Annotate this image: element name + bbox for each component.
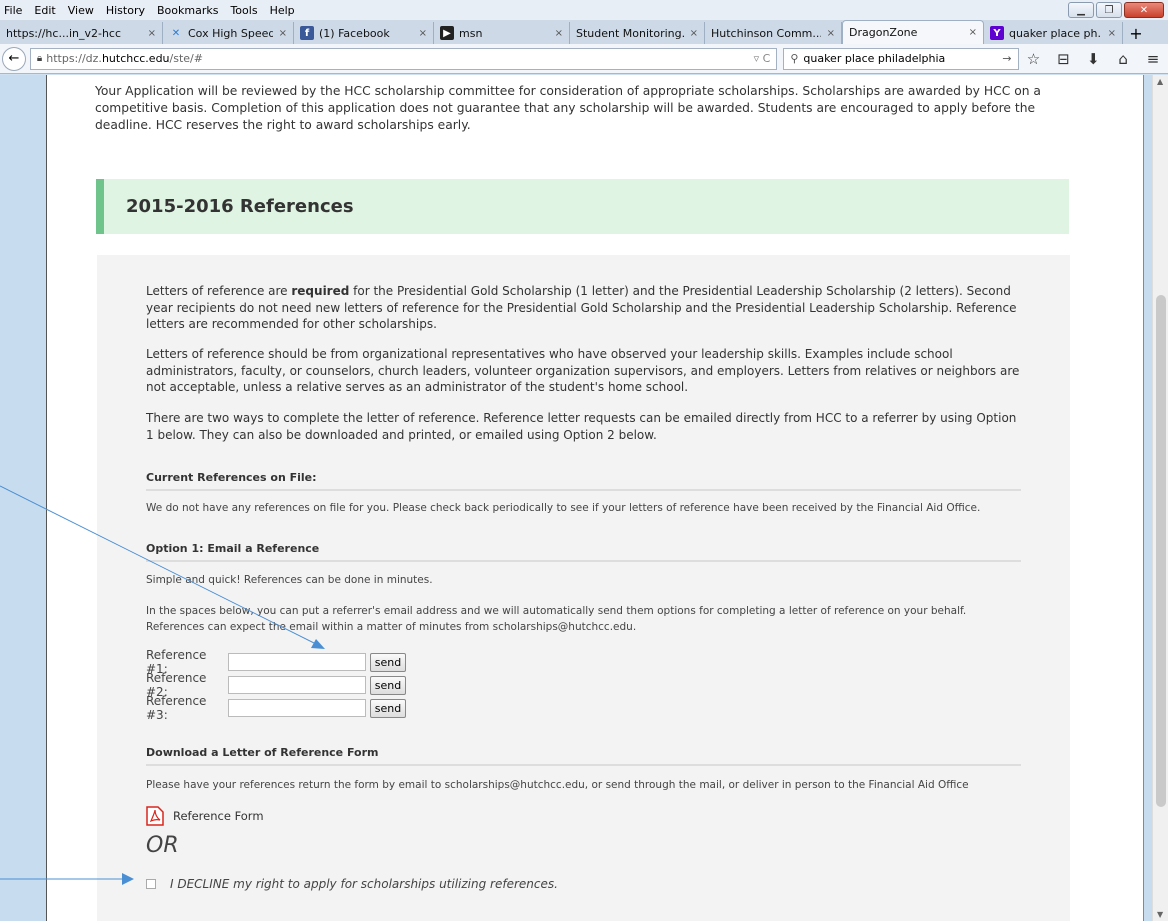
reference-label: Reference #3: <box>146 694 207 722</box>
current-references-heading: Current References on File: <box>146 471 1021 491</box>
page-content: Your Application will be reviewed by the… <box>46 75 1144 921</box>
reference-1-email-input[interactable] <box>228 653 366 671</box>
restore-button[interactable]: ❐ <box>1096 2 1122 18</box>
decline-option: I DECLINE my right to apply for scholars… <box>146 877 558 891</box>
tab-quaker-place[interactable]: Y quaker place ph... × <box>984 22 1123 44</box>
paragraph-two-ways: There are two ways to complete the lette… <box>146 411 1017 442</box>
menu-tools[interactable]: Tools <box>224 4 263 17</box>
background-strip <box>0 75 42 921</box>
viewport: Your Application will be reviewed by the… <box>0 75 1168 921</box>
scrollbar-thumb[interactable] <box>1156 295 1166 807</box>
menu-bookmarks[interactable]: Bookmarks <box>151 4 224 17</box>
reference-form-link[interactable]: Reference Form <box>146 806 264 826</box>
current-references-text: We do not have any references on file fo… <box>146 502 981 514</box>
paragraph-required: Letters of reference are required for th… <box>146 284 1017 331</box>
search-go-icon[interactable]: → <box>1002 52 1011 65</box>
back-button[interactable]: ← <box>2 46 26 71</box>
tab-title: (1) Facebook <box>319 26 390 40</box>
download-text: Please have your references return the f… <box>146 779 969 791</box>
tab-close-icon[interactable]: × <box>419 28 427 39</box>
vertical-scrollbar[interactable]: ▲ ▼ <box>1152 75 1168 921</box>
decline-checkbox[interactable] <box>146 879 156 889</box>
tab-title: quaker place ph... <box>1009 26 1102 40</box>
menu-icon[interactable]: ≡ <box>1138 47 1168 71</box>
reference-row-1: Reference #1: send <box>146 648 406 676</box>
reference-row-2: Reference #2: send <box>146 671 406 699</box>
tab-student-monitoring[interactable]: Student Monitoring... × <box>570 22 705 44</box>
scroll-up-icon[interactable]: ▲ <box>1157 77 1163 86</box>
search-bar[interactable]: ⚲ quaker place philadelphia → <box>783 47 1019 70</box>
decline-label[interactable]: I DECLINE my right to apply for scholars… <box>170 877 558 891</box>
tab-close-icon[interactable]: × <box>555 28 563 39</box>
reading-list-icon[interactable]: ⊟ <box>1048 47 1078 71</box>
tab-close-icon[interactable]: × <box>279 28 287 39</box>
reference-form-label[interactable]: Reference Form <box>173 809 264 823</box>
facebook-icon: f <box>300 26 314 40</box>
new-tab-button[interactable]: + <box>1123 22 1149 44</box>
reference-3-email-input[interactable] <box>228 699 366 717</box>
menu-file[interactable]: File <box>0 4 28 17</box>
scroll-down-icon[interactable]: ▼ <box>1157 910 1163 919</box>
url-text: https://dz.hutchcc.edu/ste/# <box>46 52 203 65</box>
tab-title: msn <box>459 26 483 40</box>
tab-hutchinson[interactable]: Hutchinson Comm... × <box>705 22 842 44</box>
paragraph-reference-sources: Letters of reference should be from orga… <box>146 347 1020 394</box>
pdf-icon <box>146 806 164 826</box>
tab-title: DragonZone <box>849 26 918 39</box>
navigation-bar: ← 🔒︎ https://dz.hutchcc.edu/ste/# ▿ C ⚲ … <box>0 44 1168 74</box>
tab-close-icon[interactable]: × <box>690 28 698 39</box>
tab-cox[interactable]: ✕ Cox High Speed... × <box>163 22 294 44</box>
reference-row-3: Reference #3: send <box>146 694 406 722</box>
yahoo-icon: Y <box>990 26 1004 40</box>
menu-bar: File Edit View History Bookmarks Tools H… <box>0 0 1168 20</box>
search-icon: ⚲ <box>790 52 799 65</box>
menu-edit[interactable]: Edit <box>28 4 61 17</box>
send-button[interactable]: send <box>370 698 406 718</box>
minimize-button[interactable]: ▁ <box>1068 2 1094 18</box>
menu-history[interactable]: History <box>100 4 151 17</box>
url-bar[interactable]: 🔒︎ https://dz.hutchcc.edu/ste/# ▿ C <box>29 47 778 70</box>
send-button[interactable]: send <box>370 675 406 695</box>
lock-icon: 🔒︎ <box>36 53 43 64</box>
intro-text: Your Application will be reviewed by the… <box>95 84 1041 132</box>
or-divider-text: OR <box>146 833 179 858</box>
tab-close-icon[interactable]: × <box>827 28 835 39</box>
downloads-icon[interactable]: ⬇ <box>1078 47 1108 71</box>
tab-bar: https://hc...in_v2-hcc × ✕ Cox High Spee… <box>0 20 1168 44</box>
reference-2-email-input[interactable] <box>228 676 366 694</box>
tab-close-icon[interactable]: × <box>148 28 156 39</box>
option1-heading: Option 1: Email a Reference <box>146 542 1021 562</box>
tab-title: https://hc...in_v2-hcc <box>6 26 122 40</box>
tab-hcc[interactable]: https://hc...in_v2-hcc × <box>0 22 163 44</box>
tab-close-icon[interactable]: × <box>969 27 977 38</box>
option1-line1: Simple and quick! References can be done… <box>146 574 433 586</box>
tab-dragonzone[interactable]: DragonZone × <box>842 20 984 44</box>
reload-icon[interactable]: ▿ C <box>754 52 771 65</box>
search-input[interactable]: quaker place philadelphia <box>803 52 1002 65</box>
close-window-button[interactable]: ✕ <box>1124 2 1164 18</box>
cox-icon: ✕ <box>171 27 181 39</box>
menu-help[interactable]: Help <box>264 4 301 17</box>
section-title: 2015-2016 References <box>96 179 1069 234</box>
window-controls: ▁ ❐ ✕ <box>1068 2 1164 18</box>
option1-line2: In the spaces below, you can put a refer… <box>146 605 967 633</box>
tab-facebook[interactable]: f (1) Facebook × <box>294 22 434 44</box>
tab-title: Student Monitoring... <box>576 26 684 40</box>
tab-close-icon[interactable]: × <box>1108 28 1116 39</box>
home-icon[interactable]: ⌂ <box>1108 47 1138 71</box>
menu-view[interactable]: View <box>62 4 100 17</box>
tab-msn[interactable]: ▶ msn × <box>434 22 570 44</box>
msn-icon: ▶ <box>440 26 454 40</box>
download-heading: Download a Letter of Reference Form <box>146 746 1021 766</box>
references-panel: Letters of reference are required for th… <box>97 255 1070 921</box>
tab-title: Cox High Speed... <box>188 26 273 40</box>
tab-title: Hutchinson Comm... <box>711 26 821 40</box>
bookmark-star-icon[interactable]: ☆ <box>1019 47 1049 71</box>
send-button[interactable]: send <box>370 652 406 672</box>
